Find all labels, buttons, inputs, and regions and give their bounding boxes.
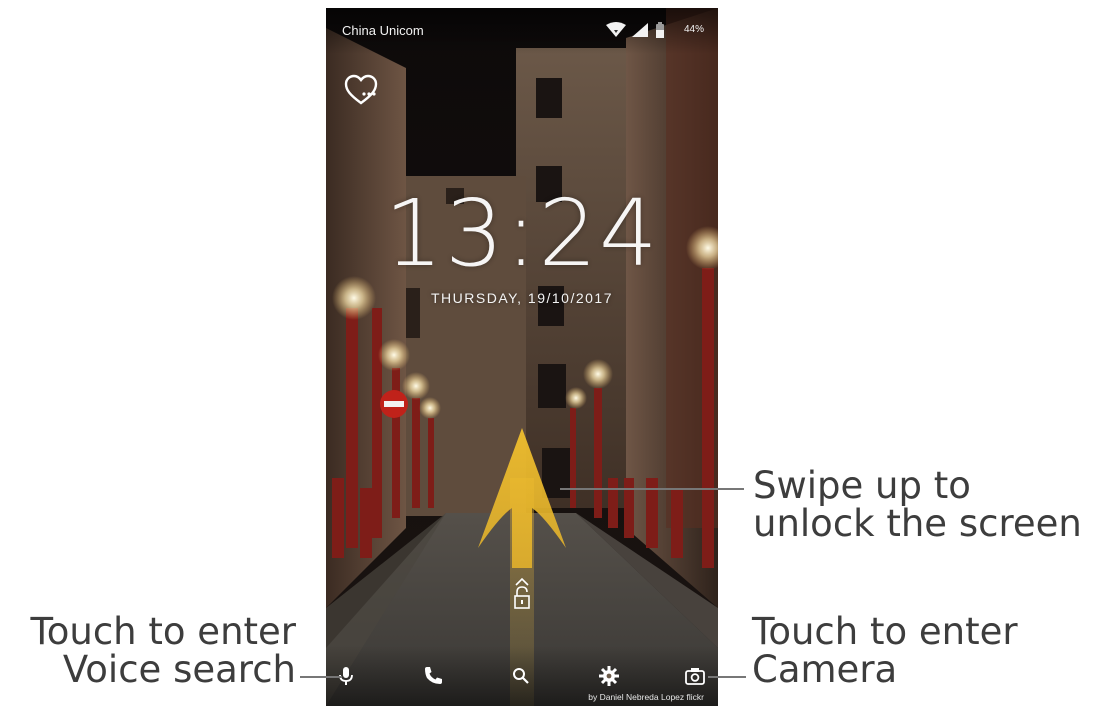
swipe-annotation: Swipe up to unlock the screen	[753, 467, 1082, 543]
voice-annotation: Touch to enter Voice search	[8, 613, 296, 689]
signal-icon	[632, 23, 648, 37]
battery-percent: 44%	[683, 24, 704, 35]
search-icon[interactable]	[509, 664, 533, 688]
lock-clock: 13:24	[384, 180, 660, 287]
swipe-annotation-line1: Swipe up to	[753, 464, 971, 507]
gear-icon[interactable]	[597, 664, 621, 688]
camera-annotation-line2: Camera	[752, 648, 898, 691]
wifi-icon	[606, 22, 626, 37]
carrier-name: China Unicom	[342, 23, 424, 38]
voice-annotation-line1: Touch to enter	[30, 610, 296, 653]
camera-annotation-line1: Touch to enter	[752, 610, 1018, 653]
phone-icon[interactable]	[421, 664, 445, 688]
battery-icon	[656, 22, 664, 38]
camera-annotation: Touch to enter Camera	[752, 613, 1018, 689]
swipe-leader-line	[560, 488, 744, 490]
bottom-shortcut-bar: by Daniel Nebreda Lopez flickr	[326, 646, 718, 706]
status-icons	[606, 22, 664, 38]
swipe-annotation-line2: unlock the screen	[753, 502, 1082, 545]
lock-date: THURSDAY, 19/10/2017	[430, 290, 613, 306]
status-bar: China Unicom 44%	[326, 8, 718, 54]
camera-leader-line	[708, 676, 746, 678]
lock-screen: China Unicom 44% 13:24 THURSDAY, 19/10/2…	[326, 8, 718, 706]
voice-annotation-line2: Voice search	[62, 648, 296, 691]
heart-icon[interactable]	[344, 74, 378, 106]
photo-credit: by Daniel Nebreda Lopez flickr	[588, 692, 704, 702]
voice-leader-line	[300, 676, 342, 678]
camera-icon[interactable]	[683, 664, 707, 688]
wallpaper-street-scene	[326, 8, 718, 706]
